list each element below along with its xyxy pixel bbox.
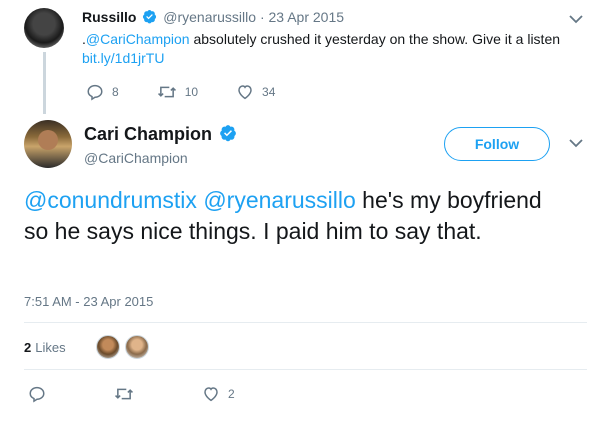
- retweet-icon: [114, 385, 134, 403]
- quoted-url-link[interactable]: bit.ly/1d1jrTU: [82, 50, 164, 66]
- reply-icon: [28, 385, 46, 403]
- chevron-down-icon[interactable]: [569, 14, 583, 24]
- quoted-reply-button[interactable]: 8: [86, 83, 119, 101]
- retweet-icon: [157, 83, 177, 101]
- main-tweet-text: @conundrumstix @ryenarussillo he's my bo…: [24, 185, 564, 247]
- main-retweet-button[interactable]: [114, 385, 142, 403]
- quoted-author-handle[interactable]: @ryenarussillo: [163, 9, 256, 25]
- main-author-name[interactable]: Cari Champion: [84, 124, 212, 144]
- quoted-mention-link[interactable]: @CariChampion: [86, 31, 190, 47]
- quoted-date[interactable]: 23 Apr 2015: [269, 9, 345, 25]
- main-mention-conundrumstix[interactable]: @conundrumstix: [24, 187, 197, 213]
- main-like-count: 2: [228, 387, 235, 401]
- quoted-like-count: 34: [262, 85, 276, 99]
- liker-avatar[interactable]: [124, 335, 149, 359]
- main-tweet-actions: 2: [28, 385, 295, 403]
- main-author-handle[interactable]: @CariChampion: [84, 150, 188, 166]
- likes-count[interactable]: 2: [24, 340, 31, 355]
- cari-avatar[interactable]: [24, 120, 72, 168]
- quoted-tweet-text: .@CariChampion absolutely crushed it yes…: [82, 30, 577, 68]
- chevron-down-icon[interactable]: [569, 138, 583, 148]
- liker-avatar[interactable]: [95, 335, 120, 359]
- quoted-text-body: absolutely crushed it yesterday on the s…: [189, 31, 561, 47]
- main-mention-ryenarussillo[interactable]: @ryenarussillo: [203, 187, 355, 213]
- quoted-reply-count: 8: [112, 85, 119, 99]
- verified-badge-icon: [219, 124, 237, 147]
- quoted-tweet-actions: 8 10 34: [86, 83, 313, 101]
- likes-row: 2 Likes: [24, 335, 154, 359]
- likes-label[interactable]: Likes: [35, 340, 65, 355]
- quoted-like-button[interactable]: 34: [236, 83, 275, 101]
- quoted-retweet-button[interactable]: 10: [157, 83, 198, 101]
- quoted-tweet[interactable]: Russillo @ryenarussillo · 23 Apr 2015 .@…: [82, 8, 577, 68]
- russillo-avatar[interactable]: [24, 8, 64, 48]
- main-author-name-row: Cari Champion: [84, 124, 239, 147]
- follow-button[interactable]: Follow: [444, 127, 550, 161]
- divider: [24, 322, 587, 323]
- main-like-button[interactable]: 2: [202, 385, 235, 403]
- main-reply-button[interactable]: [28, 385, 54, 403]
- quoted-author-name[interactable]: Russillo: [82, 9, 136, 25]
- heart-icon: [202, 385, 220, 403]
- quoted-separator: ·: [259, 9, 265, 25]
- thread-connector-line: [43, 52, 46, 114]
- reply-icon: [86, 83, 104, 101]
- quoted-retweet-count: 10: [184, 85, 199, 99]
- heart-icon: [236, 83, 254, 101]
- main-timestamp[interactable]: 7:51 AM - 23 Apr 2015: [24, 294, 153, 309]
- quoted-tweet-header: Russillo @ryenarussillo · 23 Apr 2015: [82, 8, 577, 28]
- divider: [24, 369, 587, 370]
- verified-badge-icon: [142, 9, 157, 28]
